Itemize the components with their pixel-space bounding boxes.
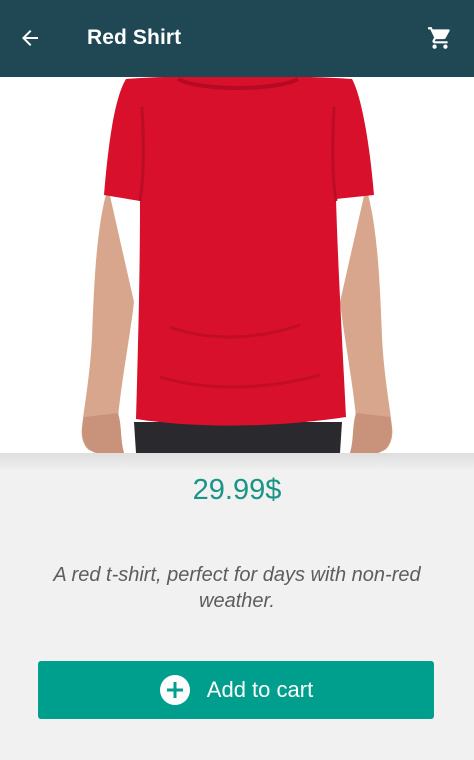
page-title: Red Shirt bbox=[87, 26, 182, 49]
arrow-left-icon bbox=[22, 30, 38, 46]
red-tshirt-image bbox=[81, 77, 393, 453]
plus-circle-icon bbox=[159, 674, 191, 706]
product-screen: Red Shirt 29.99$ A red t-shirt, perfect … bbox=[0, 0, 474, 760]
back-button[interactable] bbox=[14, 22, 46, 54]
shopping-cart-icon bbox=[428, 27, 450, 49]
product-price: 29.99$ bbox=[192, 474, 282, 506]
add-to-cart-button[interactable]: Add to cart bbox=[38, 661, 434, 719]
product-description: A red t-shirt, perfect for days with non… bbox=[53, 564, 421, 612]
add-to-cart-label: Add to cart bbox=[206, 677, 314, 702]
image-shadow bbox=[0, 453, 474, 471]
cart-button[interactable] bbox=[424, 22, 456, 54]
product-image bbox=[0, 77, 474, 453]
app-bar: Red Shirt bbox=[0, 0, 474, 77]
